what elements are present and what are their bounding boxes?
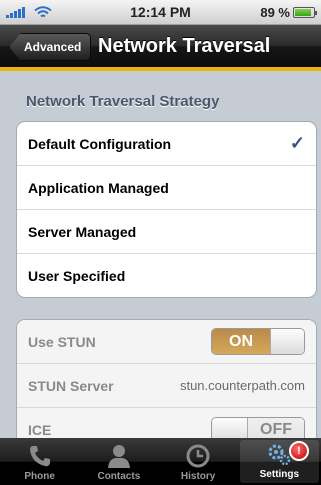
- use-stun-toggle[interactable]: ON: [211, 328, 305, 355]
- option-server-managed[interactable]: Server Managed: [17, 210, 316, 254]
- use-stun-label: Use STUN: [28, 333, 96, 350]
- option-label: User Specified: [28, 268, 126, 284]
- status-bar: 12:14 PM 89 %: [0, 0, 321, 25]
- phone-icon: [29, 446, 50, 467]
- option-application-managed[interactable]: Application Managed: [17, 166, 316, 210]
- stun-server-value: stun.counterpath.com: [179, 378, 305, 393]
- ice-label: ICE: [28, 422, 52, 438]
- stun-settings-group: Use STUN ON STUN Server stun.counterpath…: [16, 319, 317, 438]
- ice-toggle[interactable]: OFF: [211, 416, 305, 438]
- toggle-knob: [212, 417, 248, 438]
- battery-fill: [294, 8, 311, 16]
- status-right: 89 %: [225, 4, 317, 20]
- tab-label: History: [180, 471, 216, 482]
- toggle-knob: [270, 329, 304, 354]
- status-left: [6, 5, 96, 19]
- toggle-state-label: OFF: [248, 417, 304, 438]
- option-label: Application Managed: [28, 179, 169, 196]
- use-stun-row: Use STUN ON: [17, 320, 316, 364]
- settings-content[interactable]: Network Traversal Strategy Default Confi…: [0, 75, 321, 438]
- page-title: Network Traversal: [98, 35, 271, 57]
- status-time: 12:14 PM: [130, 4, 191, 20]
- contacts-icon: [107, 445, 130, 468]
- option-label: Server Managed: [28, 223, 137, 240]
- battery-icon: [292, 6, 317, 18]
- stun-server-label: STUN Server: [28, 377, 114, 394]
- wifi-icon: [34, 5, 52, 19]
- tab-bar: Phone Contacts History Settings !: [0, 438, 321, 485]
- stun-server-row[interactable]: STUN Server stun.counterpath.com: [17, 364, 316, 408]
- tab-label: Contacts: [97, 471, 141, 482]
- option-user-specified[interactable]: User Specified: [17, 254, 316, 297]
- navigation-bar: Advanced Network Traversal: [0, 25, 321, 71]
- tab-label: Settings: [259, 469, 300, 480]
- strategy-options-group: Default Configuration ✓ Application Mana…: [16, 121, 317, 298]
- option-label: Default Configuration: [28, 135, 172, 152]
- tab-label: Phone: [24, 471, 55, 482]
- battery-percent: 89 %: [260, 4, 290, 20]
- tab-contacts[interactable]: Contacts: [79, 438, 158, 485]
- toggle-state-label: ON: [212, 329, 270, 354]
- tab-settings[interactable]: Settings !: [239, 440, 319, 483]
- ice-row: ICE OFF: [17, 408, 316, 438]
- option-default-configuration[interactable]: Default Configuration ✓: [17, 122, 316, 166]
- signal-icon: [6, 6, 25, 18]
- tab-phone[interactable]: Phone: [0, 438, 79, 485]
- section-header-strategy: Network Traversal Strategy: [26, 93, 220, 110]
- checkmark-icon: ✓: [289, 133, 305, 153]
- history-icon: [186, 444, 210, 468]
- notification-badge: !: [289, 441, 309, 461]
- back-button[interactable]: Advanced: [9, 33, 92, 61]
- tab-history[interactable]: History: [159, 438, 238, 485]
